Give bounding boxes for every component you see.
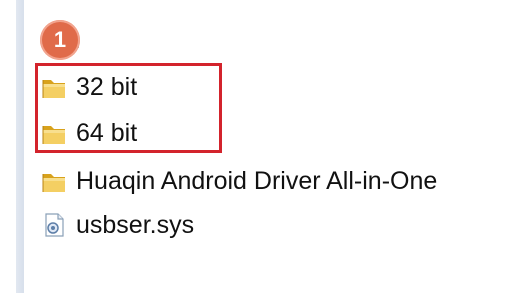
file-item-usbser-sys[interactable]: usbser.sys [40,209,194,241]
step-number: 1 [53,27,67,52]
selection-highlight-box [35,63,222,153]
folder-item-huaqin-driver[interactable]: Huaqin Android Driver All-in-One [40,165,437,197]
step-badge: 1 [40,20,80,60]
folder-icon [40,167,68,195]
folder-label: Huaqin Android Driver All-in-One [76,167,438,195]
file-label: usbser.sys [76,211,195,239]
system-file-icon [40,211,68,239]
file-explorer-view: . 32 bit 64 bi [0,0,521,293]
